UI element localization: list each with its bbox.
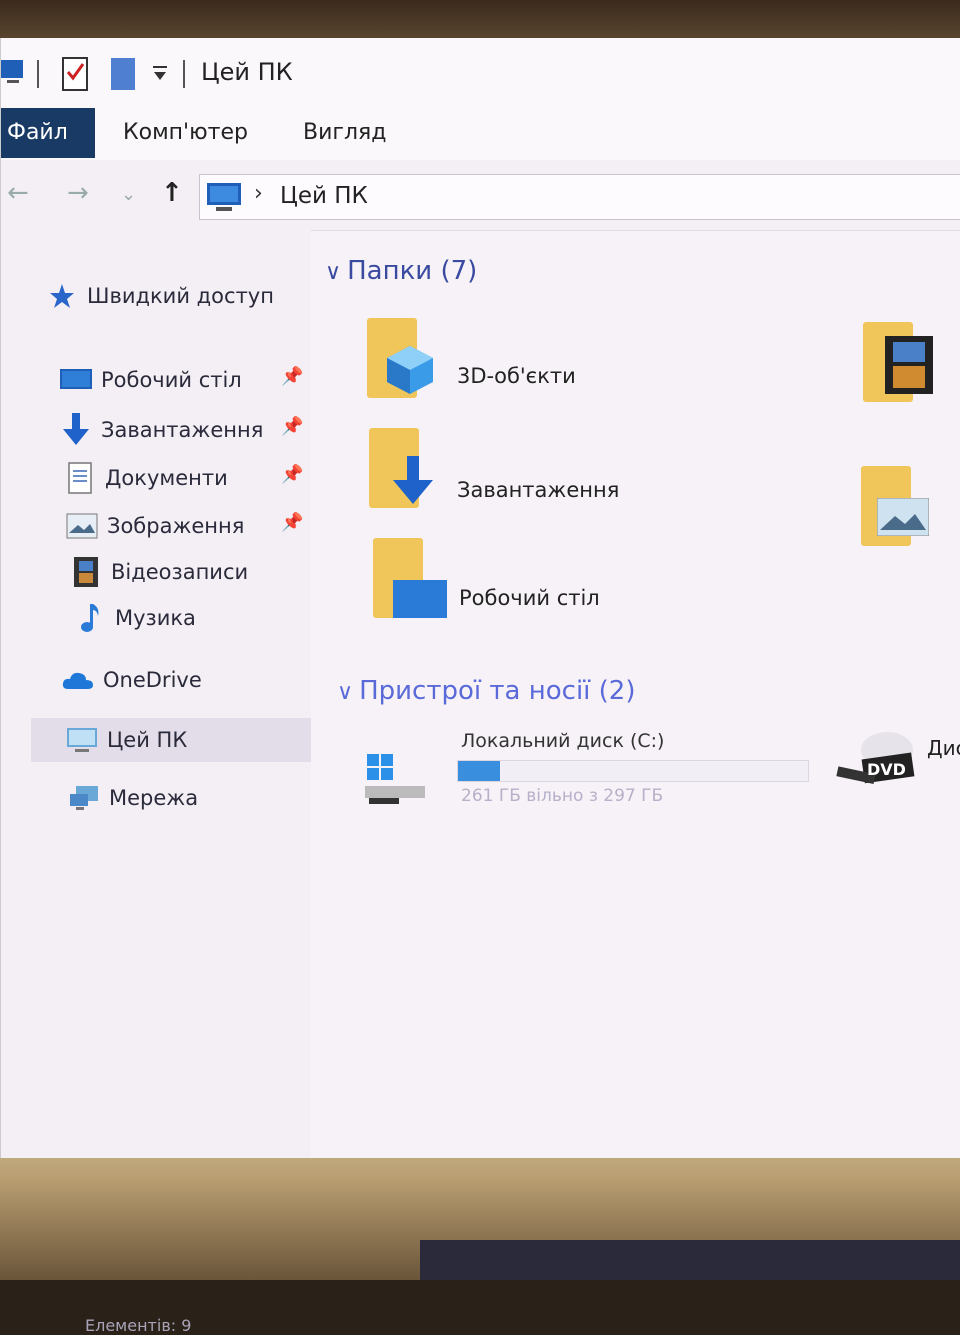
sidebar-item-music[interactable]: Музика — [73, 598, 196, 638]
desktop-icon — [393, 580, 447, 618]
address-bar[interactable]: › Цей ПК — [199, 174, 960, 220]
forward-arrow-icon[interactable]: → — [67, 178, 89, 208]
sidebar-item-label: Завантаження — [101, 418, 264, 442]
documents-icon — [63, 461, 97, 495]
dvd-badge: DVD — [867, 760, 906, 779]
pin-icon[interactable]: 📌 — [281, 416, 303, 437]
sidebar-item-label: Відеозаписи — [111, 560, 249, 584]
tab-view[interactable]: Вигляд — [303, 108, 386, 158]
file-explorer-window: Цей ПК Файл Комп'ютер Вигляд ← → ⌄ ↑ › Ц… — [0, 38, 960, 1335]
folder-videos[interactable] — [863, 322, 943, 412]
computer-icon — [206, 181, 242, 217]
sidebar-item-network[interactable]: Мережа — [67, 778, 198, 818]
ribbon: Файл Комп'ютер Вигляд — [1, 108, 960, 161]
sidebar-item-desktop[interactable]: Робочий стіл — [59, 360, 242, 400]
chevron-down-icon: ∨ — [337, 680, 354, 705]
up-arrow-icon[interactable]: ↑ — [161, 178, 183, 208]
sidebar-item-label: OneDrive — [103, 668, 202, 692]
sidebar-item-label: Музика — [115, 606, 196, 630]
desktop-icon — [59, 363, 93, 397]
computer-icon — [65, 723, 99, 757]
star-icon — [45, 279, 79, 313]
window-title: Цей ПК — [201, 58, 293, 86]
download-icon — [59, 413, 93, 447]
drive-label[interactable]: Локальний диск (C:) — [461, 730, 664, 752]
back-arrow-icon[interactable]: ← — [7, 178, 29, 208]
sidebar-item-quick-access[interactable]: Швидкий доступ — [45, 276, 274, 316]
videos-icon — [885, 336, 933, 394]
properties-icon[interactable] — [61, 56, 89, 96]
navigation-bar: ← → ⌄ ↑ › Цей ПК — [1, 160, 960, 231]
tab-file[interactable]: Файл — [1, 108, 95, 158]
network-icon — [67, 781, 101, 815]
cube-icon — [387, 346, 433, 394]
status-bar-item-count: Елементів: 9 — [85, 1316, 192, 1335]
tab-computer[interactable]: Комп'ютер — [123, 108, 248, 158]
breadcrumb-chevron-icon[interactable]: › — [254, 181, 263, 206]
chevron-down-icon: ∨ — [325, 260, 342, 285]
dvd-drive-label[interactable]: Дис — [927, 736, 960, 760]
drive-usage-fill — [458, 761, 500, 781]
pin-icon[interactable]: 📌 — [281, 464, 303, 485]
onedrive-cloud-icon — [61, 663, 95, 697]
sidebar-item-documents[interactable]: Документи — [63, 458, 228, 498]
breadcrumb[interactable]: Цей ПК — [280, 183, 368, 209]
drive-free-space: 261 ГБ вільно з 297 ГБ — [461, 786, 664, 806]
sidebar-item-label: Документи — [105, 466, 228, 490]
customize-toolbar-icon[interactable] — [151, 64, 169, 88]
pin-icon[interactable]: 📌 — [281, 512, 303, 533]
folder-desktop[interactable] — [373, 538, 453, 628]
content-pane: ∨ Папки (7) 3D-об'єкти Завантаження Робоч… — [311, 230, 960, 1158]
computer-icon — [1, 56, 25, 90]
sidebar-item-this-pc[interactable]: Цей ПК — [65, 720, 187, 760]
folder-pictures[interactable] — [861, 466, 941, 556]
sidebar-item-videos[interactable]: Відеозаписи — [69, 552, 248, 592]
sidebar-item-label: Робочий стіл — [101, 368, 242, 392]
pin-icon[interactable]: 📌 — [281, 366, 303, 387]
folder-3d-objects[interactable] — [367, 318, 447, 408]
title-bar: Цей ПК — [1, 38, 960, 108]
folder-downloads[interactable] — [369, 428, 449, 518]
download-icon — [393, 456, 433, 504]
sidebar-item-label: Цей ПК — [107, 728, 188, 752]
sidebar-item-pictures[interactable]: Зображення — [65, 506, 244, 546]
group-header-folders[interactable]: ∨ Папки (7) — [325, 256, 477, 286]
sidebar-item-downloads[interactable]: Завантаження — [59, 410, 263, 450]
pictures-icon — [877, 498, 929, 536]
taskbar — [420, 1240, 960, 1280]
new-folder-icon[interactable] — [109, 56, 137, 96]
pictures-icon — [65, 509, 99, 543]
sidebar-item-label: Зображення — [107, 514, 245, 538]
sidebar-item-label: Мережа — [109, 786, 199, 810]
sidebar-item-label: Швидкий доступ — [87, 284, 274, 308]
drive-usage-bar — [457, 760, 809, 782]
folder-label[interactable]: Робочий стіл — [459, 586, 600, 610]
folder-label[interactable]: 3D-об'єкти — [457, 364, 576, 388]
sidebar-item-onedrive[interactable]: OneDrive — [61, 660, 202, 700]
music-icon — [73, 601, 107, 635]
navigation-pane: Швидкий доступ Робочий стіл 📌 Завантажен… — [1, 230, 311, 1335]
folder-label[interactable]: Завантаження — [457, 478, 619, 502]
videos-icon — [69, 555, 103, 589]
hard-drive-icon[interactable] — [363, 748, 427, 808]
group-header-devices[interactable]: ∨ Пристрої та носії (2) — [337, 676, 636, 706]
recent-locations-chevron-icon[interactable]: ⌄ — [121, 184, 136, 205]
